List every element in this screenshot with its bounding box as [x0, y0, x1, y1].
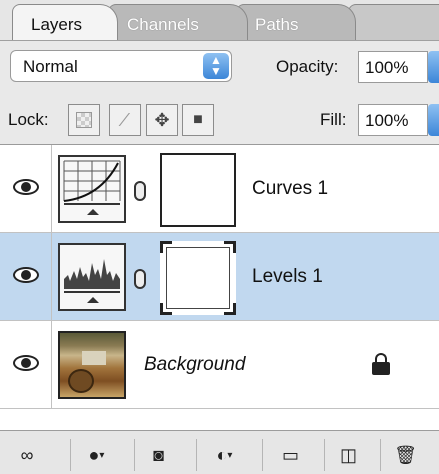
- layers-list: Curves 1 Levels 1 Background: [0, 145, 439, 430]
- layer-mask-thumbnail[interactable]: [160, 153, 236, 227]
- new-group-icon[interactable]: ▭: [262, 439, 318, 471]
- layer-name: Curves 1: [252, 178, 329, 199]
- levels-adjustment-icon[interactable]: [58, 243, 126, 311]
- lock-position-button[interactable]: ✥: [146, 104, 178, 136]
- trash-icon[interactable]: 🗑: [380, 439, 430, 471]
- curves-adjustment-icon[interactable]: [58, 155, 126, 223]
- visibility-toggle[interactable]: [0, 321, 52, 408]
- lock-label: Lock:: [8, 110, 49, 129]
- visibility-toggle[interactable]: [0, 145, 52, 232]
- add-mask-icon[interactable]: ◙: [134, 439, 182, 471]
- new-layer-icon[interactable]: ◫: [324, 439, 372, 471]
- link-chain-icon[interactable]: [134, 181, 146, 201]
- layer-style-icon[interactable]: ● ▾: [70, 439, 122, 471]
- brush-icon: ⁄: [123, 109, 127, 130]
- layer-name: Background: [144, 354, 246, 375]
- checkerboard-icon: [76, 112, 92, 128]
- lock-options-row: Lock: ⁄ ✥ ■ Fill: 100%: [0, 90, 439, 145]
- updown-arrows-icon: ▲ ▼: [203, 53, 229, 79]
- panel-tab-bar: Paths Channels Layers: [0, 0, 439, 40]
- layer-name: Levels 1: [252, 266, 323, 287]
- layer-mask-thumbnail-selected[interactable]: [160, 241, 236, 315]
- eye-icon: [13, 179, 39, 195]
- thumbnail-building: [82, 351, 106, 365]
- adjustment-base: [64, 203, 120, 217]
- lock-icon: [372, 353, 390, 375]
- padlock-icon: ■: [193, 111, 203, 128]
- adjustment-base: [64, 291, 120, 305]
- fill-input[interactable]: 100%: [358, 104, 428, 136]
- mask-preview: [166, 247, 230, 309]
- tab-overflow: [348, 4, 439, 40]
- blend-options-row: Normal ▲ ▼ Opacity: 100%: [0, 40, 439, 90]
- link-chain-icon[interactable]: [134, 269, 146, 289]
- opacity-label: Opacity:: [276, 57, 339, 76]
- eye-icon: [13, 355, 39, 371]
- tab-layers[interactable]: Layers: [12, 4, 118, 40]
- fill-slider-button[interactable]: [428, 104, 439, 136]
- adjustment-layer-icon[interactable]: ◐ ▾: [196, 439, 252, 471]
- blend-mode-value: Normal: [23, 57, 78, 76]
- lock-image-button[interactable]: ⁄: [109, 104, 141, 136]
- visibility-toggle[interactable]: [0, 233, 52, 320]
- background-image-thumbnail[interactable]: [58, 331, 126, 399]
- tab-paths[interactable]: Paths: [236, 4, 356, 40]
- layer-row-background[interactable]: Background: [0, 321, 439, 409]
- layers-toolbar: ∞ ● ▾ ◙ ◐ ▾ ▭ ◫ 🗑: [0, 430, 439, 474]
- lock-all-button[interactable]: ■: [182, 104, 214, 136]
- layer-row-curves[interactable]: Curves 1: [0, 145, 439, 233]
- opacity-input[interactable]: 100%: [358, 51, 428, 83]
- eye-icon: [13, 267, 39, 283]
- move-arrows-icon: ✥: [154, 109, 170, 130]
- layer-row-levels[interactable]: Levels 1: [0, 233, 439, 321]
- link-layers-icon[interactable]: ∞: [8, 439, 46, 471]
- lock-transparency-button[interactable]: [68, 104, 100, 136]
- thumbnail-hay-bale: [68, 369, 94, 393]
- tab-channels[interactable]: Channels: [108, 4, 248, 40]
- blend-mode-select[interactable]: Normal ▲ ▼: [10, 50, 232, 82]
- opacity-slider-button[interactable]: [428, 51, 439, 83]
- fill-label: Fill:: [320, 110, 347, 129]
